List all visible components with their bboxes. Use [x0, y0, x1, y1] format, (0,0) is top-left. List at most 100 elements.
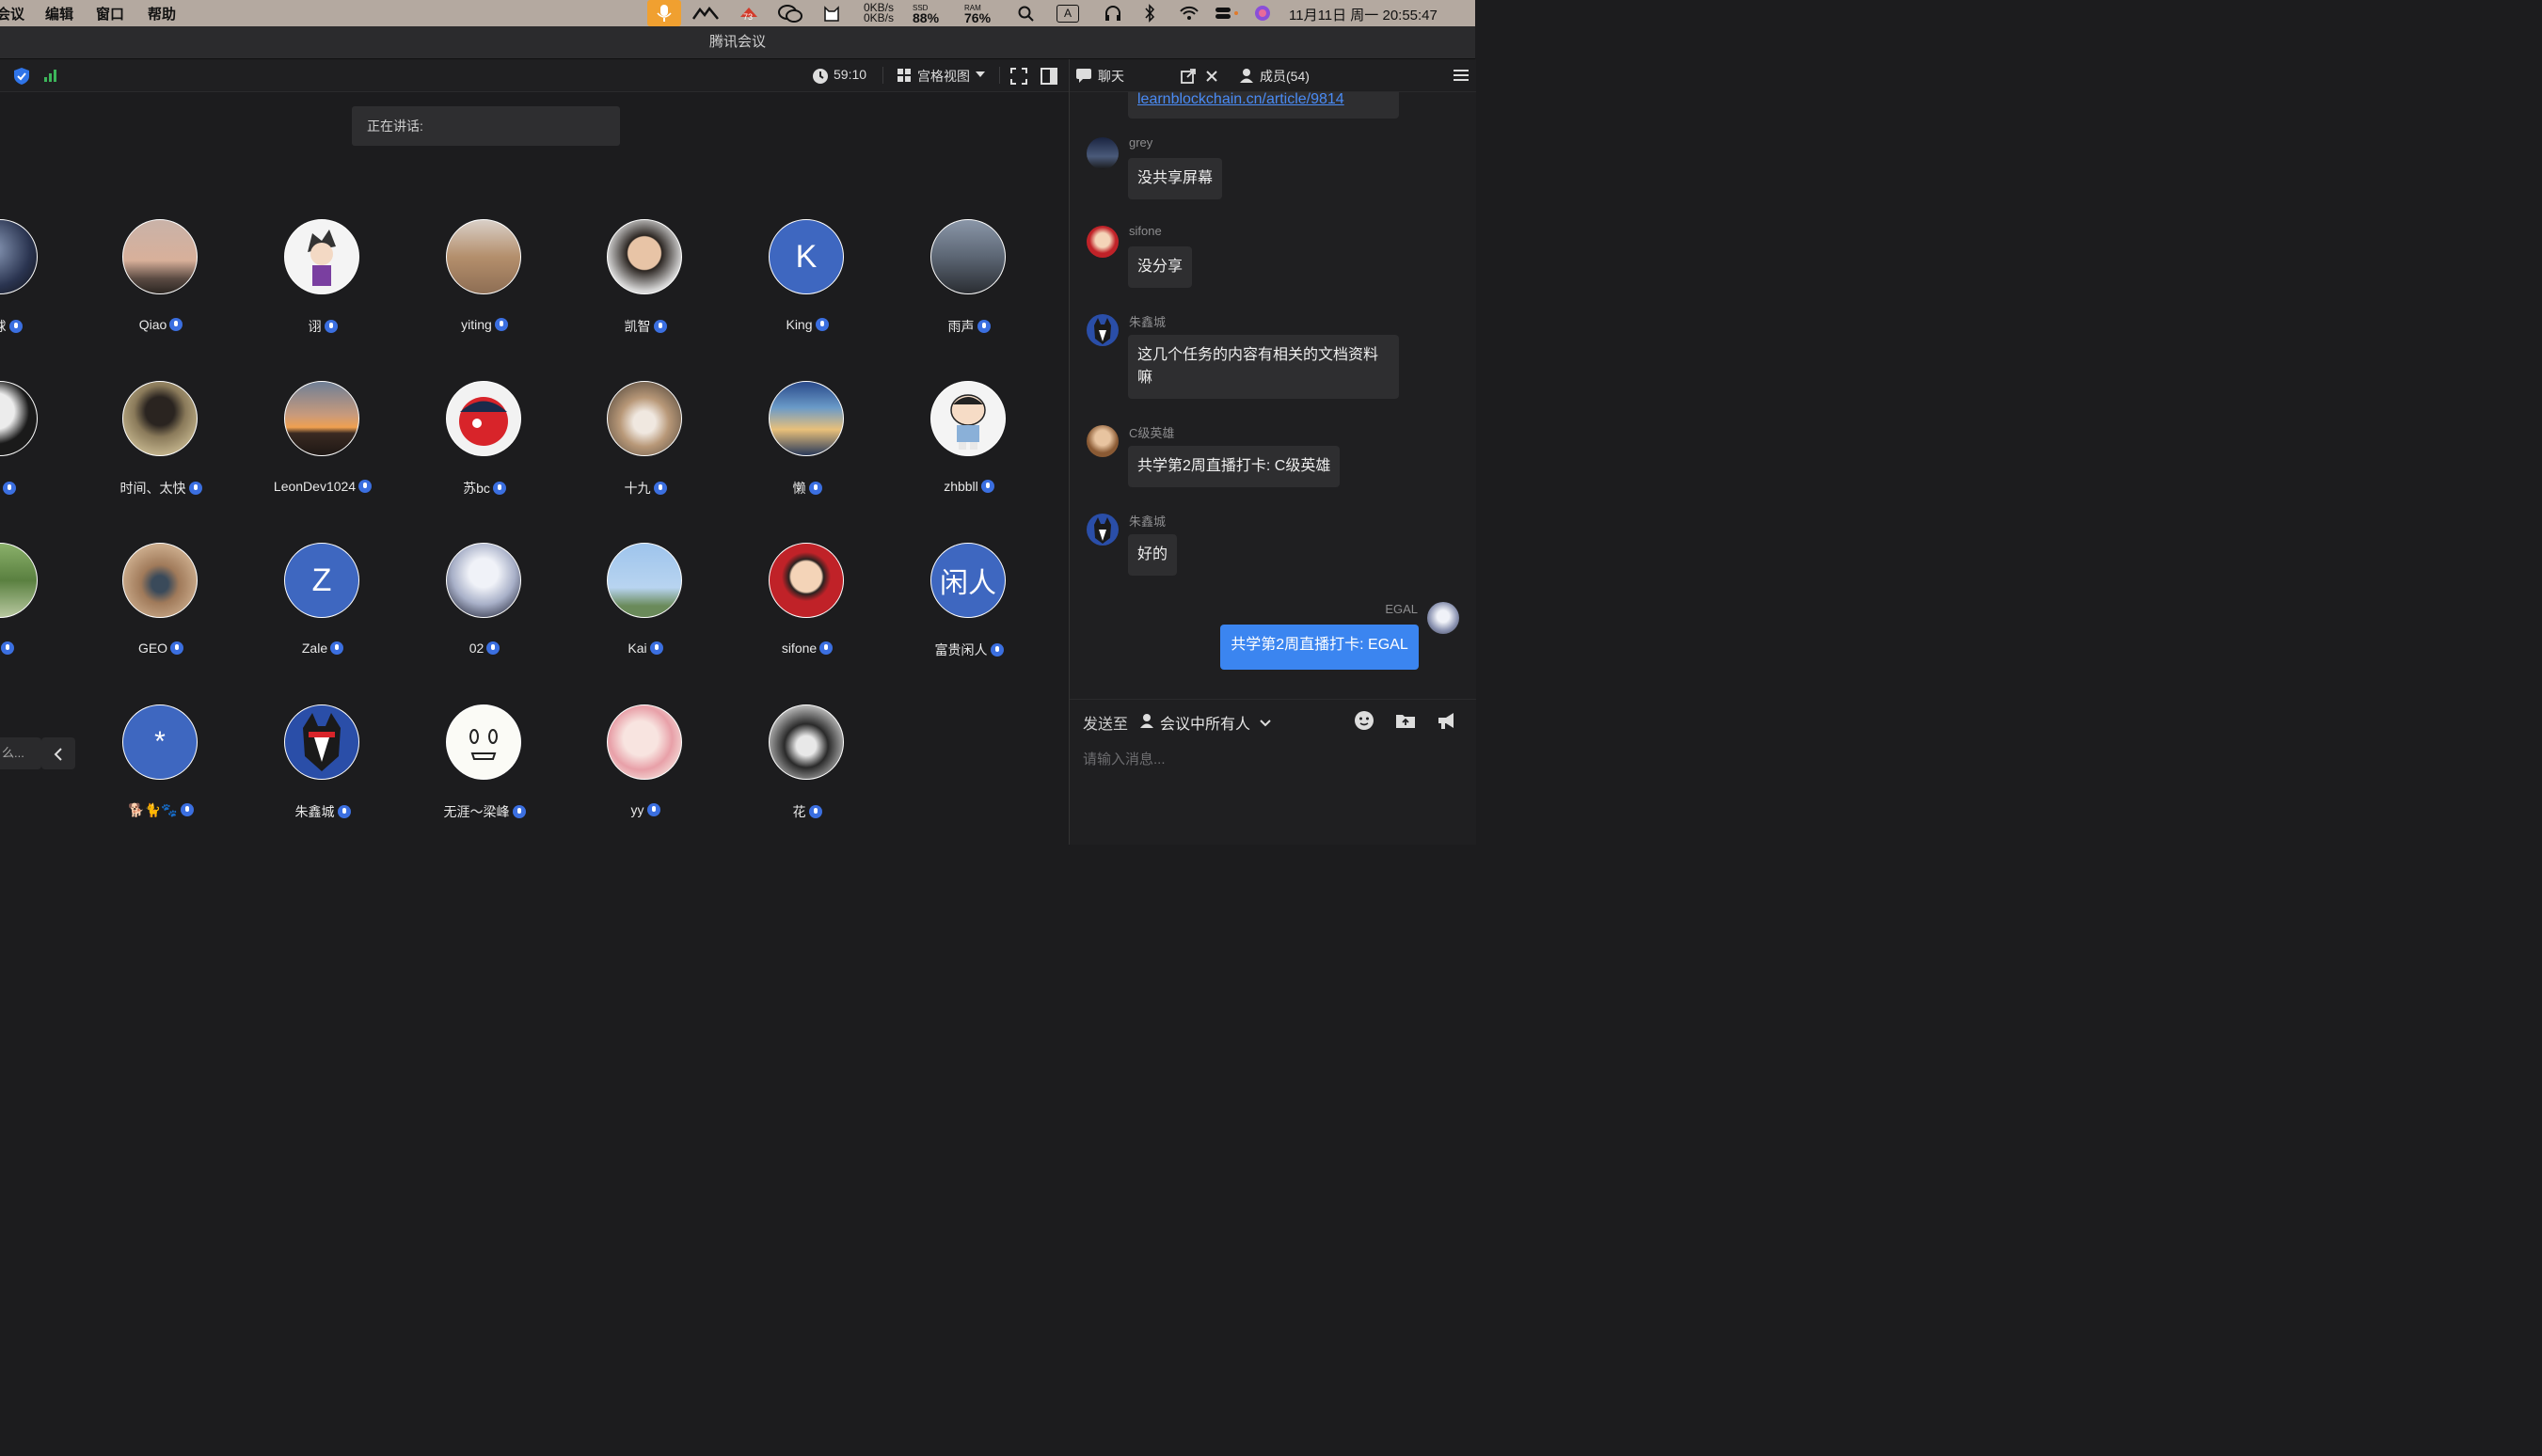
message-bubble: learnblockchain.cn/article/9814: [1128, 92, 1399, 119]
participant-avatar: [769, 704, 844, 780]
message-input[interactable]: [1081, 745, 1461, 773]
bluetooth-icon[interactable]: [1144, 4, 1155, 23]
participant-tile[interactable]: 闲人 富贵闲人: [888, 543, 1050, 674]
file-upload-icon[interactable]: [1395, 710, 1416, 731]
participant-avatar: [607, 704, 682, 780]
participant-name: 凯智: [564, 317, 726, 336]
participant-tile[interactable]: yy: [564, 704, 726, 836]
signal-strength-icon[interactable]: [43, 68, 60, 83]
toolbar-divider: [999, 67, 1000, 84]
control-center-icon[interactable]: [1214, 5, 1240, 22]
participant-tile[interactable]: GEO: [80, 543, 242, 674]
sidebar-toggle-icon[interactable]: [1041, 68, 1057, 85]
message-bubble: 没分享: [1128, 246, 1193, 288]
participant-name: 懒: [726, 479, 888, 498]
participant-avatar: [122, 543, 198, 618]
participant-tile[interactable]: 懒: [726, 381, 888, 513]
participant-tile[interactable]: yiting: [404, 219, 565, 351]
siri-icon[interactable]: [1253, 4, 1272, 23]
article-link[interactable]: learnblockchain.cn/article/9814: [1137, 92, 1344, 107]
mic-icon: [180, 803, 194, 816]
message-bubble-self: 共学第2周直播打卡: EGAL: [1220, 625, 1419, 670]
menu-edit[interactable]: 编辑: [45, 4, 73, 24]
wechat-tray-icon[interactable]: [777, 4, 803, 23]
sender-name: grey: [1129, 135, 1153, 150]
participant-tile[interactable]: 凯智: [564, 219, 726, 351]
participant-avatar: [122, 381, 198, 456]
menu-meeting[interactable]: 会议: [0, 4, 24, 24]
participant-tile[interactable]: 时间、太快: [80, 381, 242, 513]
view-mode-label: 宫格视图: [917, 69, 970, 84]
participant-name: LeonDev1024: [242, 479, 404, 494]
participant-avatar: [769, 543, 844, 618]
participant-tile[interactable]: nt: [0, 543, 82, 674]
mic-icon: [492, 482, 506, 495]
sender-avatar: [1427, 602, 1459, 634]
participant-tile[interactable]: 花: [726, 704, 888, 836]
participant-tile[interactable]: 十九: [564, 381, 726, 513]
message-bubble: 这几个任务的内容有相关的文档资料嘛: [1128, 335, 1399, 399]
popout-icon[interactable]: [1181, 69, 1196, 84]
participant-tile[interactable]: 诩: [242, 219, 404, 351]
view-mode-dropdown[interactable]: 宫格视图: [897, 59, 991, 91]
security-shield-icon[interactable]: [13, 67, 30, 86]
clock-icon: [813, 69, 828, 84]
recipient-label: 会议中所有人: [1160, 717, 1251, 733]
participant-tile[interactable]: sifone: [726, 543, 888, 674]
participant-tile[interactable]: 雨声: [888, 219, 1050, 351]
participant-tile[interactable]: 西: [0, 381, 82, 513]
participant-avatar: [446, 543, 521, 618]
participant-avatar: Z: [284, 543, 359, 618]
menu-help[interactable]: 帮助: [148, 4, 176, 24]
wifi-icon[interactable]: [1179, 5, 1200, 22]
message-list[interactable]: learnblockchain.cn/article/9814 grey 没共享…: [1070, 92, 1476, 699]
emoji-icon[interactable]: [1354, 710, 1374, 731]
participant-tile[interactable]: * 🐕🐈🐾: [80, 704, 242, 836]
participant-tile[interactable]: Kai: [564, 543, 726, 674]
person-icon: [1140, 714, 1153, 728]
close-icon[interactable]: [1205, 70, 1218, 83]
input-method-icon[interactable]: A: [1057, 5, 1079, 23]
tab-chat[interactable]: 聊天: [1098, 67, 1124, 86]
participant-name: GEO: [80, 641, 242, 656]
battery-tray-icon[interactable]: 73: [738, 4, 760, 23]
participant-tile[interactable]: 朱鑫城: [242, 704, 404, 836]
participant-name: nt: [0, 641, 82, 656]
participant-tile[interactable]: 02: [404, 543, 565, 674]
participant-name: Kai: [564, 641, 726, 656]
headphones-icon[interactable]: [1104, 5, 1122, 22]
battery-badge: 73: [743, 12, 754, 22]
participant-tile[interactable]: K King: [726, 219, 888, 351]
mic-icon: [819, 641, 834, 655]
net-down-speed: 0KB/s: [864, 11, 895, 24]
participant-tile[interactable]: 苏bc: [404, 381, 565, 513]
collapse-button[interactable]: [41, 737, 75, 769]
sender-name: sifone: [1129, 224, 1162, 238]
chat-preview-hint[interactable]: 么...: [0, 737, 41, 769]
participant-tile[interactable]: 星球: [0, 219, 82, 351]
chat-panel-tabs: 聊天 成员(54): [1070, 59, 1476, 92]
participant-tile[interactable]: LeonDev1024: [242, 381, 404, 513]
menu-window[interactable]: 窗口: [96, 4, 124, 24]
tab-members[interactable]: 成员(54): [1260, 67, 1310, 86]
grid-view-icon: [898, 69, 911, 82]
mic-icon: [808, 805, 822, 818]
menu-icon[interactable]: [1454, 69, 1469, 82]
mountain-tray-icon[interactable]: [692, 6, 719, 21]
participant-tile[interactable]: 无涯～梁峰: [404, 704, 565, 836]
chevron-left-icon: [54, 748, 62, 761]
microphone-tray-icon[interactable]: [647, 0, 681, 26]
participant-avatar: [446, 219, 521, 294]
clock[interactable]: 11月11日 周一 20:55:47: [1289, 5, 1438, 24]
meeting-toolbar: 59:10 宫格视图: [0, 59, 1069, 92]
participant-tile[interactable]: Qiao: [80, 219, 242, 351]
announcement-icon[interactable]: [1437, 710, 1457, 731]
participant-tile[interactable]: Z Zale: [242, 543, 404, 674]
participant-tile[interactable]: zhbbll: [888, 381, 1050, 513]
recipient-selector[interactable]: 会议中所有人: [1140, 711, 1272, 734]
fullscreen-icon[interactable]: [1010, 68, 1027, 85]
mic-icon: [337, 805, 351, 818]
search-icon[interactable]: [1018, 6, 1035, 23]
cat-tray-icon[interactable]: [822, 4, 841, 23]
participant-name: sifone: [726, 641, 888, 656]
